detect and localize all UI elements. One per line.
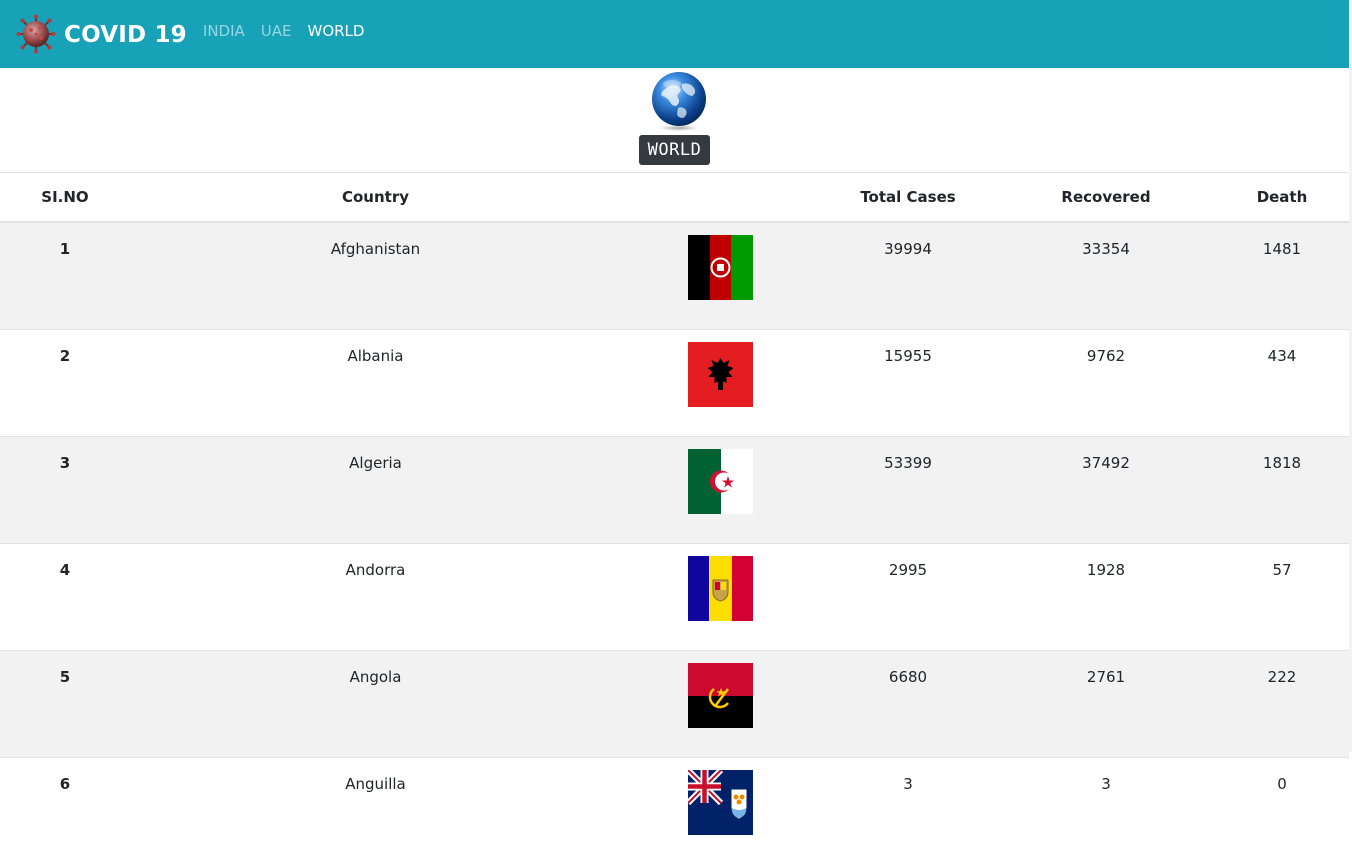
table-row: 4 Andorra 2995 1928 57 [0,544,1349,651]
cell-sino: 5 [0,651,130,758]
table-row: 1 Afghanistan 39994 33354 1481 [0,222,1349,330]
virus-logo-icon [16,14,56,54]
cell-death: 57 [1215,544,1349,651]
header-country: Country [130,173,621,223]
cell-recovered: 2761 [997,651,1215,758]
brand-title: COVID 19 [64,22,187,48]
navbar: COVID 19 INDIA UAE WORLD [0,0,1349,68]
cell-country: Angola [130,651,621,758]
albania-flag-icon [688,342,753,407]
cell-flag [621,222,819,330]
nav-link-india[interactable]: INDIA [203,22,245,40]
cell-recovered: 9762 [997,330,1215,437]
cell-total-cases: 3 [819,758,997,864]
cell-recovered: 1928 [997,544,1215,651]
afghanistan-flag-icon [688,235,753,300]
cell-flag [621,330,819,437]
table-row: 5 Angola 6680 2761 222 [0,651,1349,758]
cell-total-cases: 39994 [819,222,997,330]
anguilla-flag-icon [688,770,753,835]
brand[interactable]: COVID 19 [16,14,187,54]
cell-sino: 1 [0,222,130,330]
cell-sino: 4 [0,544,130,651]
world-header: WORLD [0,68,1349,172]
table-header-row: SI.NO Country Total Cases Recovered Deat… [0,173,1349,223]
cell-sino: 2 [0,330,130,437]
table-row: 6 Anguilla 3 3 0 [0,758,1349,864]
nav-links: INDIA UAE WORLD [203,22,381,40]
angola-flag-icon [688,663,753,728]
header-sino: SI.NO [0,173,130,223]
table-row: 3 Algeria 53399 37492 1818 [0,437,1349,544]
cell-death: 1481 [1215,222,1349,330]
cell-total-cases: 6680 [819,651,997,758]
cell-total-cases: 2995 [819,544,997,651]
cell-sino: 6 [0,758,130,864]
world-badge: WORLD [639,135,710,165]
cell-flag [621,758,819,864]
cell-country: Albania [130,330,621,437]
cell-flag [621,437,819,544]
cell-death: 434 [1215,330,1349,437]
nav-link-uae[interactable]: UAE [261,22,292,40]
cell-country: Algeria [130,437,621,544]
header-death: Death [1215,173,1349,223]
cell-recovered: 3 [997,758,1215,864]
cell-recovered: 33354 [997,222,1215,330]
cell-flag [621,651,819,758]
nav-link-world[interactable]: WORLD [308,22,365,40]
cell-country: Afghanistan [130,222,621,330]
andorra-flag-icon [688,556,753,621]
cell-total-cases: 53399 [819,437,997,544]
cell-death: 1818 [1215,437,1349,544]
cell-death: 0 [1215,758,1349,864]
cell-total-cases: 15955 [819,330,997,437]
covid-world-table: SI.NO Country Total Cases Recovered Deat… [0,172,1349,864]
cell-flag [621,544,819,651]
algeria-flag-icon [688,449,753,514]
cell-country: Andorra [130,544,621,651]
cell-sino: 3 [0,437,130,544]
cell-recovered: 37492 [997,437,1215,544]
globe-icon [648,70,710,132]
header-total-cases: Total Cases [819,173,997,223]
cell-death: 222 [1215,651,1349,758]
header-flag [621,173,819,223]
header-recovered: Recovered [997,173,1215,223]
table-row: 2 Albania 15955 9762 434 [0,330,1349,437]
cell-country: Anguilla [130,758,621,864]
